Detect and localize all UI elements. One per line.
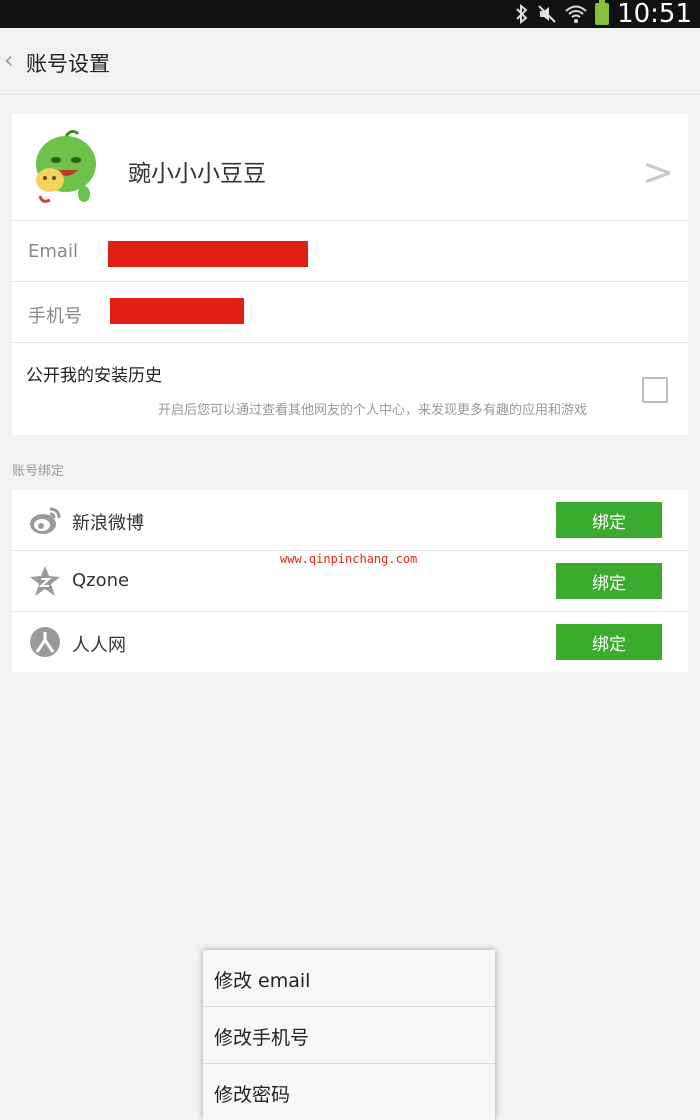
- account-binding-card: 新浪微博 绑定 Qzone 绑定 人人网 绑定: [12, 490, 688, 672]
- clock: 10:51: [617, 0, 692, 29]
- binding-name: 人人网: [72, 635, 126, 656]
- bluetooth-icon: [515, 4, 529, 24]
- battery-icon: [595, 0, 610, 25]
- context-menu: 修改 email 修改手机号 修改密码: [203, 950, 495, 1120]
- status-bar: 10:51: [0, 0, 700, 28]
- profile-row[interactable]: 豌小小小豆豆 >: [12, 114, 688, 221]
- section-label-account-binding: 账号绑定: [12, 464, 65, 479]
- chevron-right-icon: >: [642, 150, 674, 194]
- binding-name: Qzone: [72, 570, 130, 591]
- menu-item-change-phone[interactable]: 修改手机号: [203, 1007, 495, 1064]
- email-value-redacted: [108, 241, 308, 267]
- install-history-description: 开启后您可以通过查看其他网友的个人中心，来发现更多有趣的应用和游戏: [158, 403, 588, 418]
- mute-icon: [537, 4, 557, 24]
- wifi-icon: [565, 4, 587, 24]
- bind-renren-button[interactable]: 绑定: [556, 624, 662, 660]
- email-row[interactable]: Email: [12, 221, 688, 282]
- app-header: ‹ 账号设置: [0, 28, 700, 95]
- phone-value-redacted: [110, 298, 244, 324]
- phone-label: 手机号: [28, 306, 82, 327]
- menu-item-change-password[interactable]: 修改密码: [203, 1064, 495, 1120]
- page-title[interactable]: 账号设置: [26, 48, 110, 78]
- menu-item-label: 修改 email: [214, 970, 311, 992]
- avatar: [36, 130, 96, 203]
- binding-name: 新浪微博: [72, 513, 144, 534]
- bind-weibo-button[interactable]: 绑定: [556, 502, 662, 538]
- bind-qzone-button[interactable]: 绑定: [556, 563, 662, 599]
- weibo-icon: [30, 507, 61, 534]
- profile-card: 豌小小小豆豆 > Email 手机号 公开我的安装历史 开启后您可以通过查看其他…: [12, 114, 688, 435]
- qzone-star-icon: [30, 566, 60, 596]
- status-icons: 10:51: [515, 0, 692, 28]
- menu-item-label: 修改密码: [214, 1084, 291, 1106]
- binding-row-weibo: 新浪微博 绑定: [12, 490, 688, 551]
- watermark: www.qinpinchang.com: [280, 552, 418, 566]
- install-history-checkbox[interactable]: [642, 377, 668, 403]
- menu-item-label: 修改手机号: [214, 1027, 310, 1049]
- username: 豌小小小豆豆: [128, 161, 266, 187]
- back-chevron-icon[interactable]: ‹: [4, 46, 14, 74]
- phone-row[interactable]: 手机号: [12, 282, 688, 343]
- renren-icon: [30, 627, 60, 657]
- email-label: Email: [28, 241, 78, 262]
- install-history-row[interactable]: 公开我的安装历史 开启后您可以通过查看其他网友的个人中心，来发现更多有趣的应用和…: [12, 343, 688, 435]
- menu-item-change-email[interactable]: 修改 email: [203, 950, 495, 1007]
- binding-row-renren: 人人网 绑定: [12, 612, 688, 672]
- install-history-title: 公开我的安装历史: [26, 366, 162, 386]
